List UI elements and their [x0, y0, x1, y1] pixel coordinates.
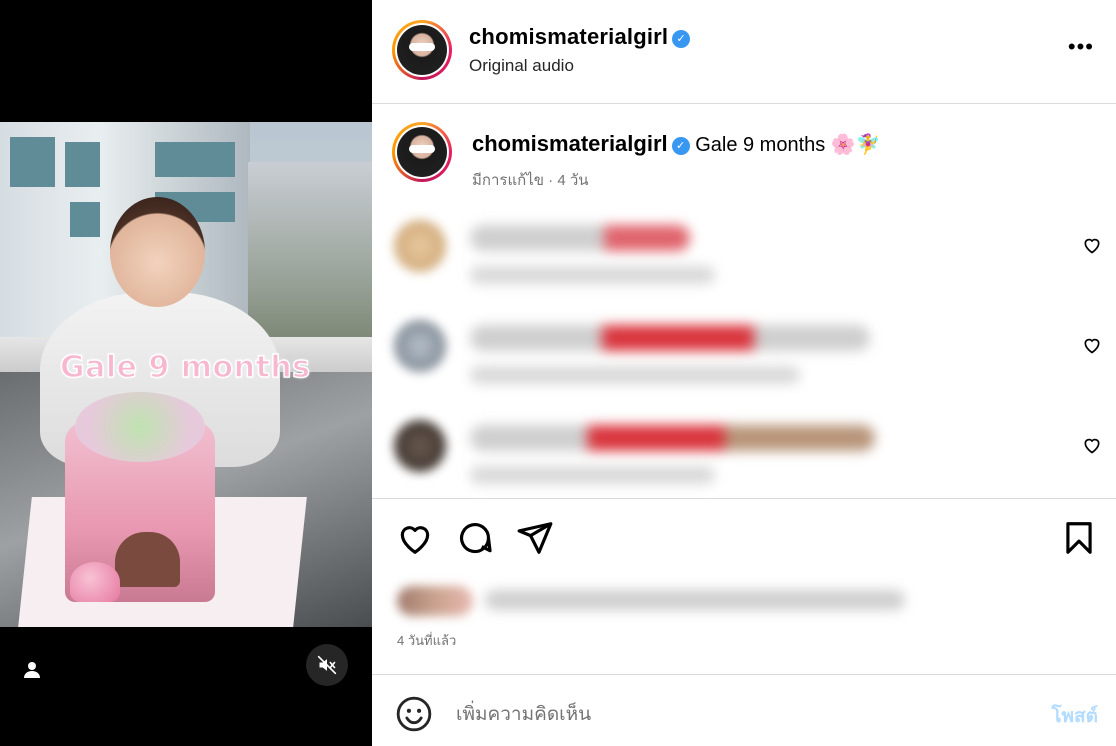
comment-text — [470, 425, 875, 451]
post-media[interactable]: Gale 9 months — [0, 0, 372, 746]
caption-body: Gale 9 months 🌸🧚‍♀️ — [695, 134, 881, 156]
likes-text — [485, 590, 905, 610]
emoji-smile-icon[interactable] — [395, 695, 433, 733]
caption-username[interactable]: chomismaterialgirl — [472, 131, 668, 156]
list-item — [372, 410, 1116, 510]
comment-meta — [470, 266, 715, 284]
cake-topper — [75, 392, 205, 462]
comment-input[interactable] — [456, 697, 1016, 731]
post-actions — [372, 498, 1116, 578]
speaker-muted-icon — [317, 655, 337, 675]
person-icon[interactable] — [20, 658, 44, 682]
caption-avatar[interactable] — [392, 122, 452, 182]
post-timestamp[interactable]: 4 วันที่แล้ว — [397, 630, 456, 651]
likes-summary[interactable] — [397, 578, 917, 622]
bookmark-icon[interactable] — [1060, 519, 1098, 557]
mute-button[interactable] — [306, 644, 348, 686]
post-modal: Gale 9 months chomismaterialgirl ✓ Origin… — [0, 0, 1116, 746]
avatar[interactable] — [394, 420, 446, 472]
avatar[interactable] — [392, 20, 452, 80]
more-options-button[interactable]: ••• — [1068, 34, 1094, 60]
comment-meta — [470, 366, 800, 384]
overlay-caption: Gale 9 months — [59, 349, 311, 385]
cake-mushroom — [70, 562, 120, 602]
header-username[interactable]: chomismaterialgirl ✓ — [469, 24, 691, 50]
heart-icon[interactable] — [396, 519, 434, 557]
post-panel: chomismaterialgirl ✓ Original audio ••• c… — [372, 0, 1116, 746]
paper-plane-icon[interactable] — [516, 519, 554, 557]
add-comment-bar: โพสต์ — [372, 674, 1116, 746]
heart-icon[interactable] — [1082, 335, 1102, 355]
caption-text: chomismaterialgirl ✓ Gale 9 months 🌸🧚‍♀️ — [472, 131, 881, 157]
avatar[interactable] — [394, 220, 446, 272]
comment-list[interactable] — [372, 210, 1116, 496]
comment-text — [470, 225, 690, 251]
post-header: chomismaterialgirl ✓ Original audio ••• — [372, 0, 1116, 104]
verified-badge-icon: ✓ — [671, 137, 690, 155]
post-button[interactable]: โพสต์ — [1051, 701, 1098, 731]
audio-link[interactable]: Original audio — [469, 56, 574, 76]
heart-icon[interactable] — [1082, 235, 1102, 255]
avatar[interactable] — [394, 320, 446, 372]
reel-video[interactable]: Gale 9 months — [0, 122, 372, 627]
comment-bubble-icon[interactable] — [456, 519, 494, 557]
comment-meta — [470, 466, 715, 484]
baby-face — [110, 197, 205, 307]
cake-door — [115, 532, 180, 587]
verified-badge-icon: ✓ — [672, 30, 691, 48]
comment-text — [470, 325, 870, 351]
caption-meta: มีการแก้ไข · 4 วัน — [472, 172, 589, 189]
caption: chomismaterialgirl ✓ Gale 9 months 🌸🧚‍♀️ … — [372, 104, 1116, 204]
list-item — [372, 210, 1116, 310]
liker-avatars — [397, 586, 473, 616]
list-item — [372, 310, 1116, 410]
heart-icon[interactable] — [1082, 435, 1102, 455]
